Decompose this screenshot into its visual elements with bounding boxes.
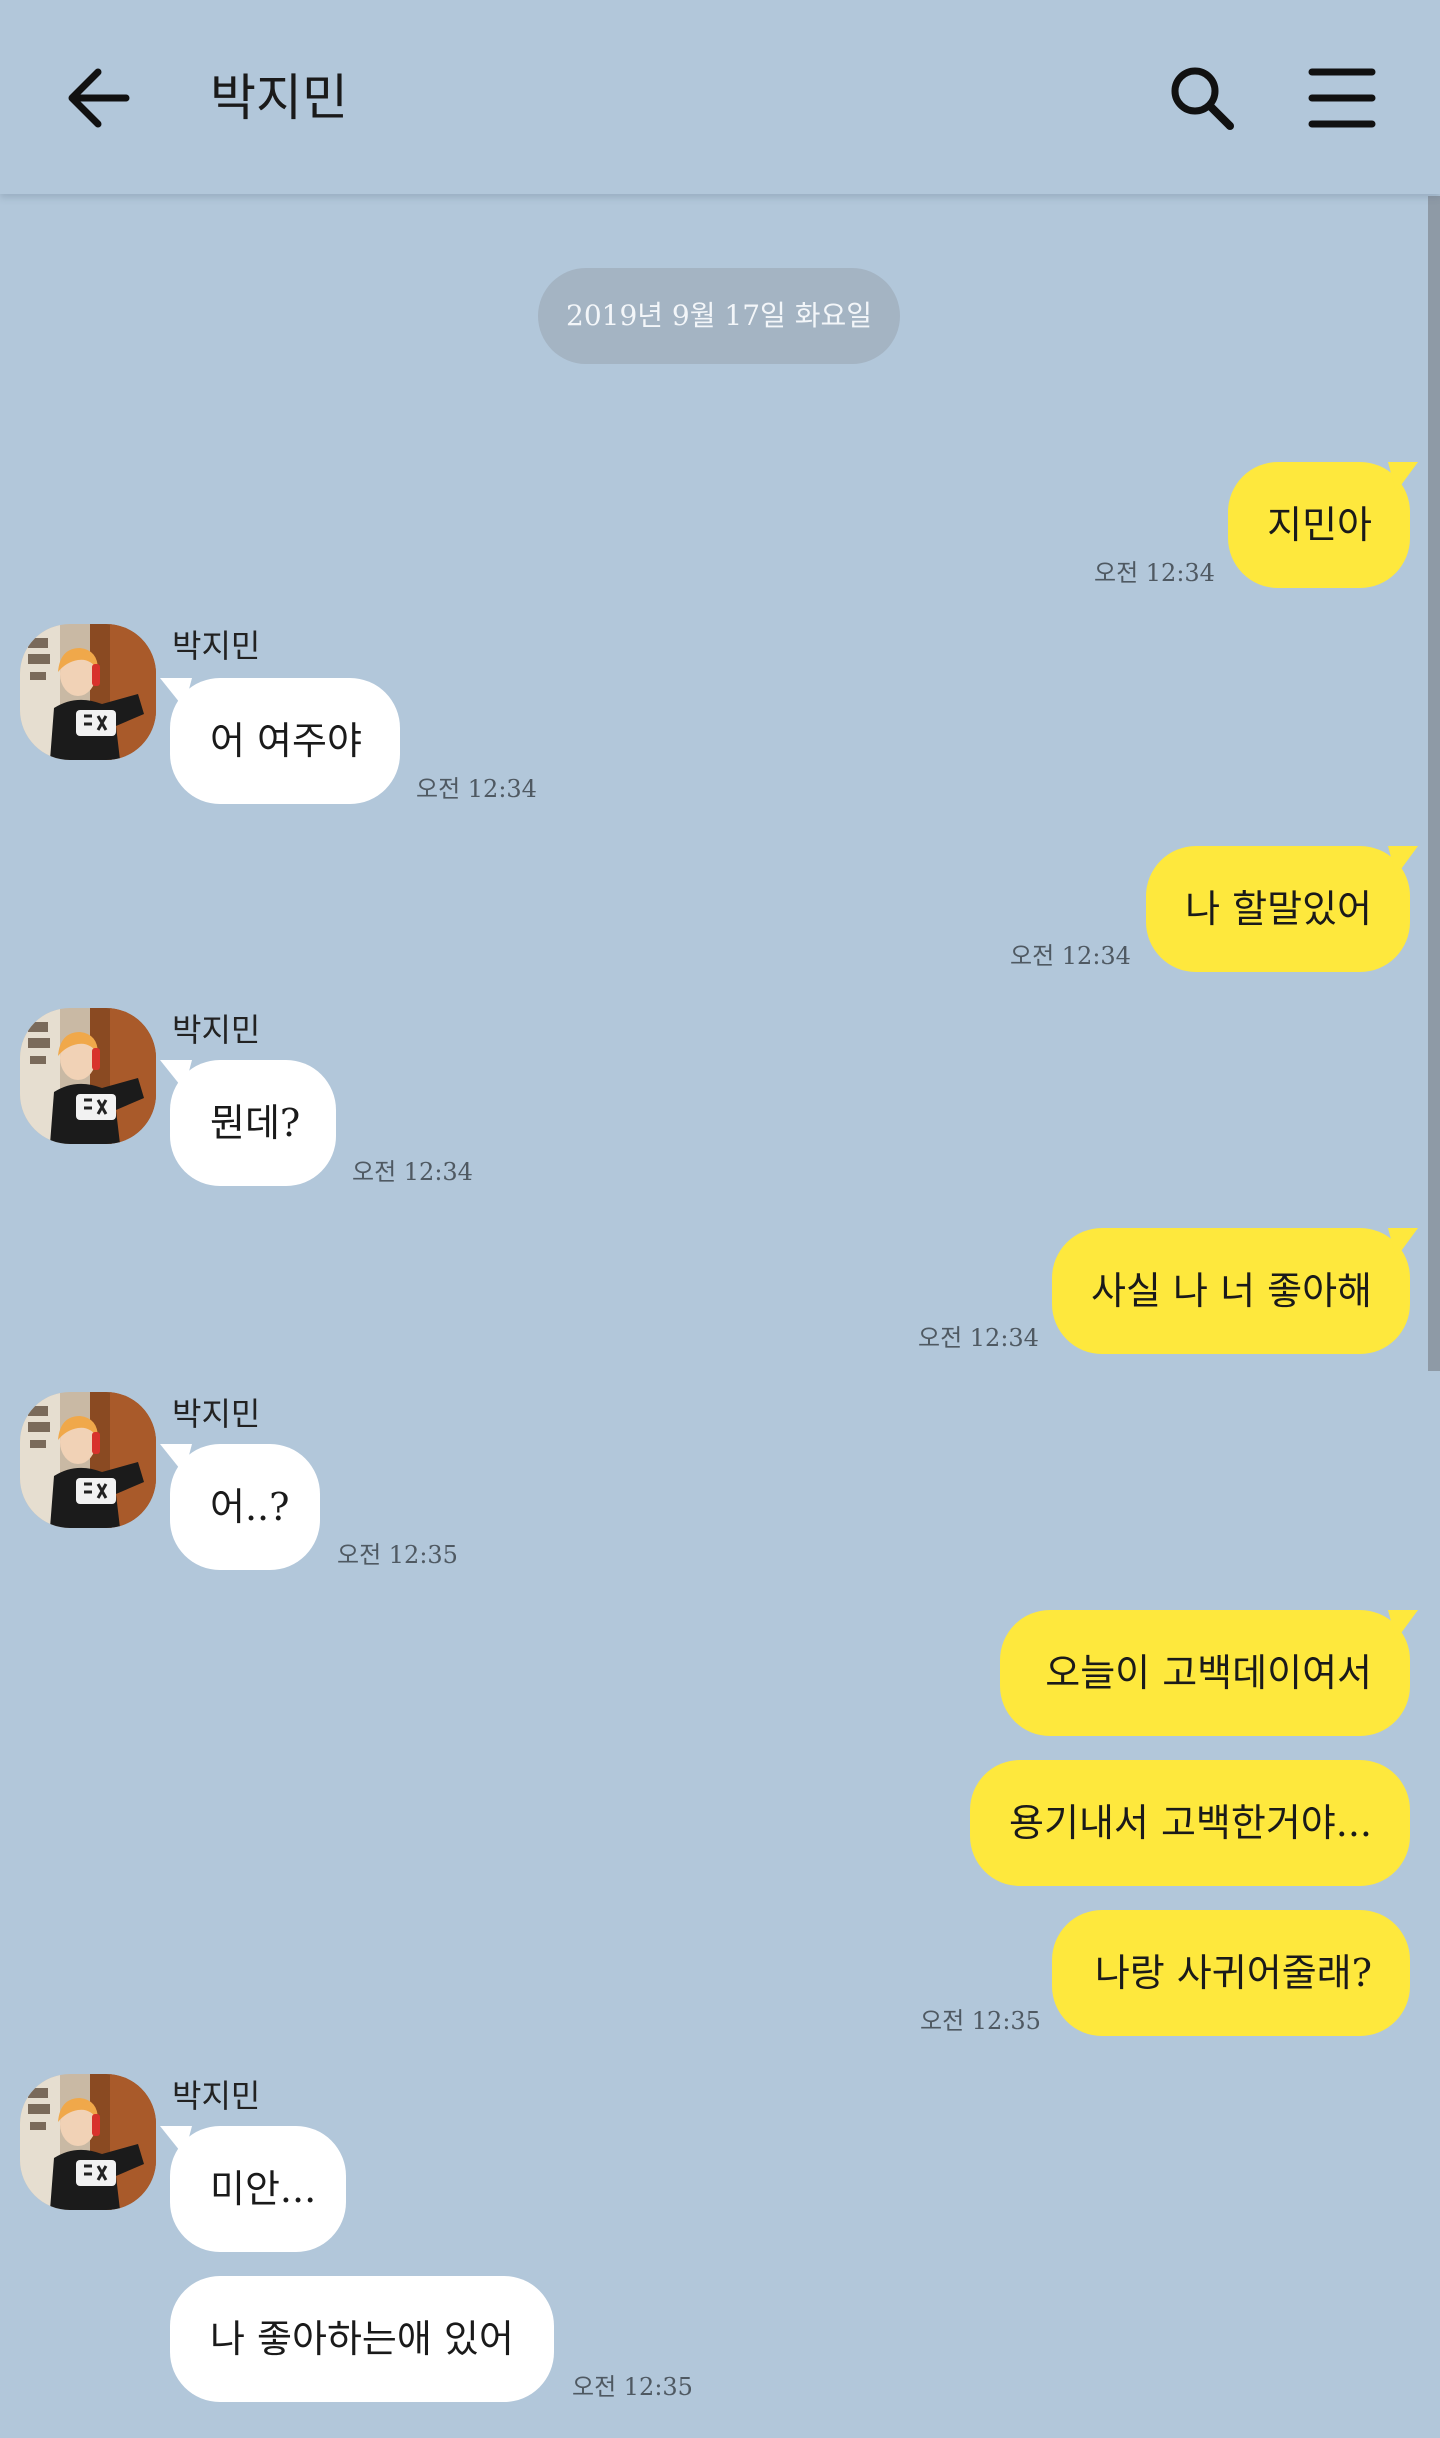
message-text: 지민아: [1267, 503, 1372, 547]
outgoing-message[interactable]: 용기내서 고백한거야...: [970, 1760, 1410, 1886]
chat-title: 박지민: [210, 69, 348, 127]
message-text: 나랑 사귀어줄래?: [1094, 1951, 1372, 1995]
message-time: 오전 12:34: [1094, 559, 1215, 587]
bubble-tail: [1388, 462, 1418, 492]
incoming-message[interactable]: 어..?: [160, 1444, 320, 1570]
bubble-tail: [1388, 846, 1418, 876]
message-text: 사실 나 너 좋아해: [1091, 1269, 1372, 1313]
avatar[interactable]: [20, 624, 156, 760]
search-icon: [1171, 67, 1234, 130]
sender-name: 박지민: [172, 627, 261, 665]
bubble-tail: [160, 2126, 192, 2156]
message-time: 오전 12:34: [416, 775, 537, 803]
menu-button[interactable]: [1302, 58, 1382, 138]
message-text: 용기내서 고백한거야...: [1009, 1801, 1372, 1845]
bubble-tail: [1388, 1610, 1418, 1640]
outgoing-message[interactable]: 나랑 사귀어줄래?: [1052, 1910, 1410, 2036]
message-text: 어..?: [210, 1485, 290, 1529]
avatar[interactable]: [20, 1392, 156, 1528]
arrow-left-icon: [68, 68, 130, 128]
chat-header: 박지민: [0, 0, 1440, 194]
message-text: 미안...: [210, 2167, 317, 2211]
sender-name: 박지민: [172, 1011, 261, 1049]
date-divider: 2019년 9월 17일 화요일: [538, 268, 900, 364]
incoming-message[interactable]: 뭔데?: [160, 1060, 336, 1186]
message-time: 오전 12:35: [572, 2373, 693, 2401]
sender-name: 박지민: [172, 2077, 261, 2115]
message-time: 오전 12:34: [918, 1324, 1039, 1352]
message-time: 오전 12:34: [1010, 942, 1131, 970]
outgoing-message[interactable]: 오늘이 고백데이여서: [1000, 1610, 1418, 1736]
bubble-tail: [160, 678, 192, 708]
hamburger-menu-icon: [1308, 68, 1376, 128]
message-time: 오전 12:34: [352, 1158, 473, 1186]
bubble-tail: [160, 1060, 192, 1090]
message-text: 나 좋아하는애 있어: [210, 2317, 514, 2361]
scrollbar[interactable]: [1428, 196, 1440, 1371]
bubble-tail: [1388, 1228, 1418, 1258]
avatar[interactable]: [20, 2074, 156, 2210]
incoming-message[interactable]: 어 여주야: [160, 678, 400, 804]
outgoing-message[interactable]: 사실 나 너 좋아해: [1052, 1228, 1418, 1354]
message-text: 어 여주야: [210, 719, 362, 763]
search-button[interactable]: [1162, 58, 1242, 138]
incoming-message[interactable]: 나 좋아하는애 있어: [170, 2276, 554, 2402]
message-text: 뭔데?: [210, 1101, 301, 1145]
avatar[interactable]: [20, 1008, 156, 1144]
bubble-tail: [160, 1444, 192, 1474]
back-button[interactable]: [62, 58, 142, 138]
message-text: 오늘이 고백데이여서: [1045, 1651, 1372, 1695]
message-text: 나 할말있어: [1185, 887, 1372, 931]
incoming-message[interactable]: 미안...: [160, 2126, 346, 2252]
message-time: 오전 12:35: [920, 2007, 1041, 2035]
sender-name: 박지민: [172, 1395, 261, 1433]
outgoing-message[interactable]: 지민아: [1228, 462, 1418, 588]
message-time: 오전 12:35: [337, 1541, 458, 1569]
outgoing-message[interactable]: 나 할말있어: [1146, 846, 1418, 972]
